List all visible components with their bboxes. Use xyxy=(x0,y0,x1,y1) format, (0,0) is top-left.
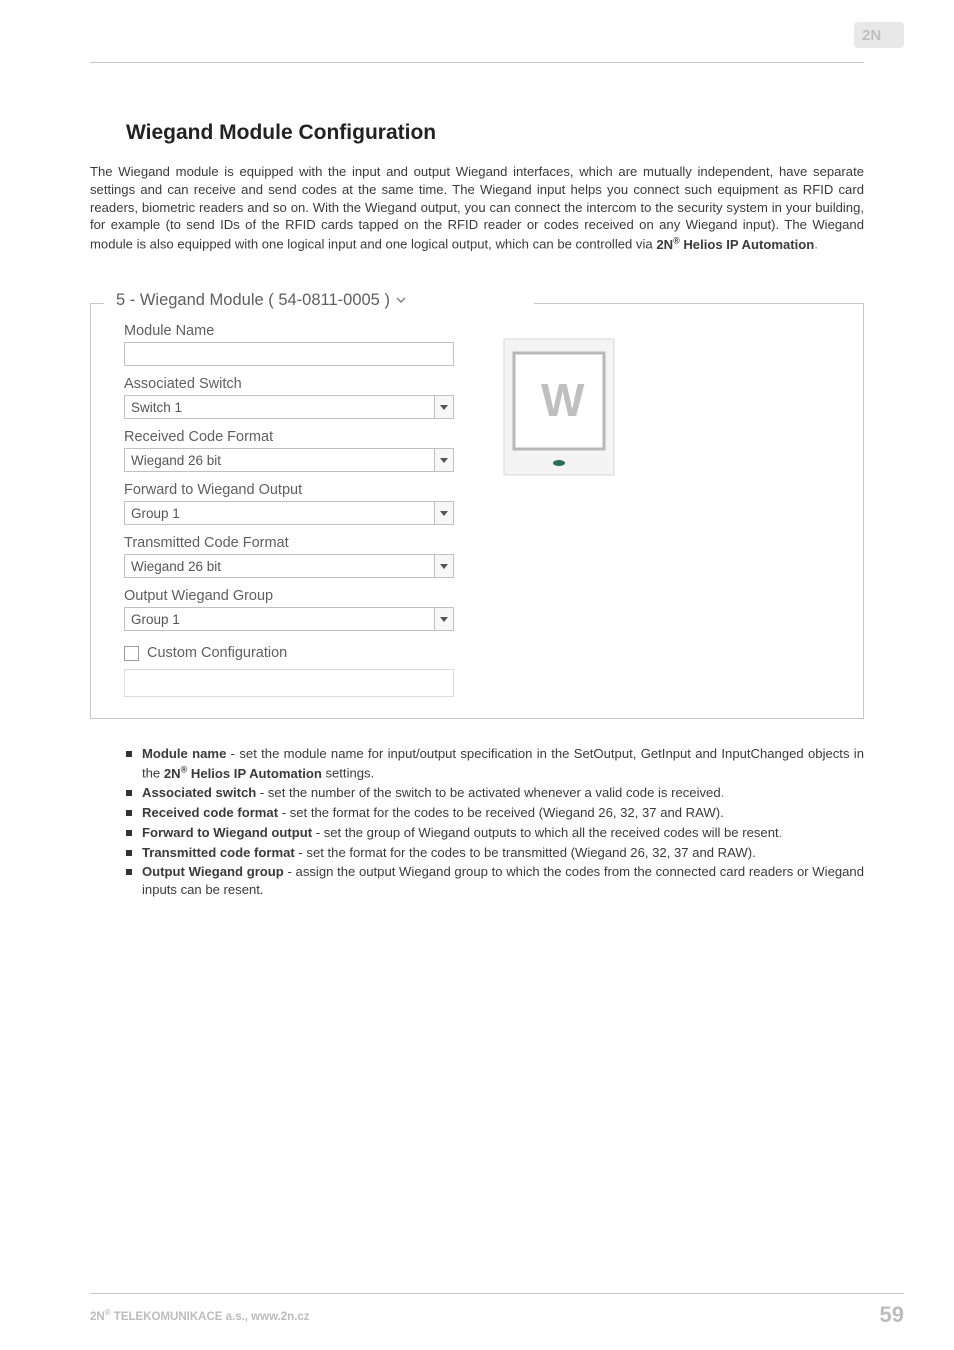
registered-mark: ® xyxy=(673,235,680,245)
section-heading: Wiegand Module Configuration xyxy=(126,121,864,145)
header-divider xyxy=(90,62,864,63)
intro-brand-prefix: 2N xyxy=(656,237,673,252)
dropdown-icon xyxy=(434,555,453,577)
output-group-label: Output Wiegand Group xyxy=(124,588,454,604)
module-name-input[interactable] xyxy=(124,342,454,366)
footer-company-prefix: 2N xyxy=(90,1310,105,1322)
svg-text:W: W xyxy=(541,374,585,426)
bullet-rest: - set the group of Wiegand outputs to wh… xyxy=(312,825,779,840)
module-config-panel: 5 - Wiegand Module ( 54-0811-0005 ) Modu… xyxy=(90,285,864,719)
list-item: Output Wiegand group - assign the output… xyxy=(126,863,864,899)
bullet-brand-prefix: 2N xyxy=(164,766,181,781)
footer-page-number: 59 xyxy=(880,1302,904,1328)
bullet-term: Associated switch xyxy=(142,785,256,800)
associated-switch-value: Switch 1 xyxy=(125,400,434,415)
svg-text:2N: 2N xyxy=(862,27,881,44)
panel-fields: Module Name Associated Switch Switch 1 R… xyxy=(124,323,454,697)
bullet-term: Transmitted code format xyxy=(142,845,295,860)
intro-paragraph: The Wiegand module is equipped with the … xyxy=(90,163,864,253)
bullet-brand-rest: Helios IP Automation xyxy=(187,766,322,781)
module-thumbnail: W xyxy=(494,331,624,491)
received-format-value: Wiegand 26 bit xyxy=(125,453,434,468)
bullet-blue-trail: . xyxy=(779,825,783,840)
output-group-select[interactable]: Group 1 xyxy=(124,607,454,631)
transmitted-format-label: Transmitted Code Format xyxy=(124,535,454,551)
forward-value: Group 1 xyxy=(125,506,434,521)
list-item: Transmitted code format - set the format… xyxy=(126,844,864,862)
bullet-blue-trail: . xyxy=(721,785,725,800)
bullet-rest: - set the format for the codes to be tra… xyxy=(295,845,756,860)
forward-label: Forward to Wiegand Output xyxy=(124,482,454,498)
footer-company-rest: TELEKOMUNIKACE a.s., www.2n.cz xyxy=(111,1310,310,1322)
output-group-value: Group 1 xyxy=(125,612,434,627)
parameter-bullet-list: Module name - set the module name for in… xyxy=(126,745,864,899)
dropdown-icon xyxy=(434,449,453,471)
list-item: Received code format - set the format fo… xyxy=(126,804,864,822)
list-item: Forward to Wiegand output - set the grou… xyxy=(126,824,864,842)
custom-config-label: Custom Configuration xyxy=(147,645,287,661)
received-format-select[interactable]: Wiegand 26 bit xyxy=(124,448,454,472)
bullet-after-brand: settings. xyxy=(322,766,374,781)
bullet-rest: - set the format for the codes to be rec… xyxy=(278,805,724,820)
bullet-rest: - set the number of the switch to be act… xyxy=(256,785,720,800)
custom-config-checkbox[interactable] xyxy=(124,646,139,661)
transmitted-format-select[interactable]: Wiegand 26 bit xyxy=(124,554,454,578)
panel-legend-text: 5 - Wiegand Module ( 54-0811-0005 ) xyxy=(116,291,390,310)
bullet-term: Forward to Wiegand output xyxy=(142,825,312,840)
brand-logo: 2N xyxy=(854,22,904,48)
transmitted-format-value: Wiegand 26 bit xyxy=(125,559,434,574)
bullet-term: Output Wiegand group xyxy=(142,864,284,879)
list-item: Module name - set the module name for in… xyxy=(126,745,864,782)
module-name-label: Module Name xyxy=(124,323,454,339)
panel-legend[interactable]: 5 - Wiegand Module ( 54-0811-0005 ) xyxy=(110,291,412,310)
forward-select[interactable]: Group 1 xyxy=(124,501,454,525)
dropdown-icon xyxy=(434,608,453,630)
footer-company: 2N® TELEKOMUNIKACE a.s., www.2n.cz xyxy=(90,1308,310,1323)
list-item: Associated switch - set the number of th… xyxy=(126,784,864,802)
associated-switch-label: Associated Switch xyxy=(124,376,454,392)
bullet-term: Module name xyxy=(142,746,226,761)
dropdown-icon xyxy=(434,502,453,524)
received-format-label: Received Code Format xyxy=(124,429,454,445)
page-footer: 2N® TELEKOMUNIKACE a.s., www.2n.cz 59 xyxy=(90,1293,904,1328)
bullet-term: Received code format xyxy=(142,805,278,820)
dropdown-icon xyxy=(434,396,453,418)
intro-trailing-dot: . xyxy=(814,237,818,252)
associated-switch-select[interactable]: Switch 1 xyxy=(124,395,454,419)
custom-config-input[interactable] xyxy=(124,669,454,697)
chevron-down-icon xyxy=(396,295,406,307)
page: 2N Wiegand Module Configuration The Wieg… xyxy=(0,0,954,1350)
intro-brand-rest: Helios IP Automation xyxy=(680,237,815,252)
